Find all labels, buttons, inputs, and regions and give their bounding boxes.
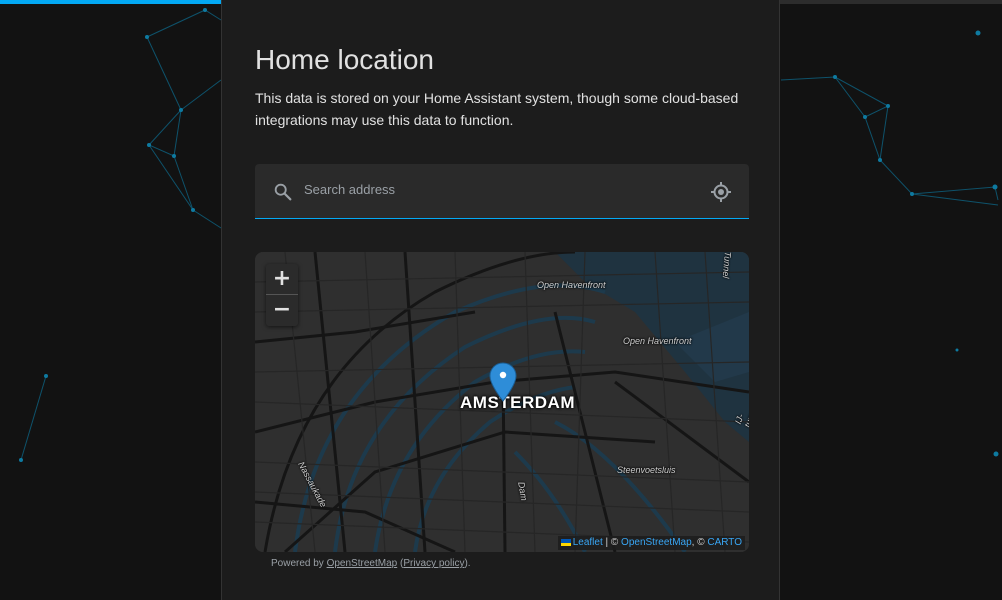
powered-by-label: Powered by [271,558,327,569]
zoom-in-button[interactable]: + [266,264,298,295]
location-map[interactable]: + − Open Havenfront Open Havenfront Stee… [255,252,749,552]
search-input[interactable] [302,176,696,202]
search-icon [274,183,292,201]
carto-link[interactable]: CARTO [707,537,742,548]
onboarding-card: Home location This data is stored on you… [221,0,780,600]
zoom-out-button[interactable]: − [266,295,298,325]
map-attribution: Leaflet | © OpenStreetMap, © CARTO [557,536,745,550]
map-street-label: Steenvoetsluis [617,465,676,475]
map-city-label: AMSTERDAM [460,393,575,412]
ukraine-flag-icon [560,539,571,546]
my-location-icon[interactable] [709,180,733,204]
powered-by-text: Powered by OpenStreetMap (Privacy policy… [271,558,471,569]
attribution-separator: | © [602,537,622,548]
paren-close: ). [464,558,471,569]
page-description: This data is stored on your Home Assista… [255,90,739,128]
page-title: Home location [255,44,434,75]
map-street-label: Open Havenfront [623,336,692,346]
openstreetmap-attribution-link[interactable]: OpenStreetMap [621,537,692,548]
leaflet-link[interactable]: Leaflet [573,537,603,548]
openstreetmap-link[interactable]: OpenStreetMap [327,558,398,569]
location-pin-icon[interactable] [489,362,517,402]
privacy-policy-link[interactable]: Privacy policy [403,558,464,569]
zoom-controls: + − [266,264,298,326]
attribution-separator: , © [691,537,708,548]
address-search-field[interactable] [255,164,749,219]
map-street-label: Open Havenfront [537,280,606,290]
